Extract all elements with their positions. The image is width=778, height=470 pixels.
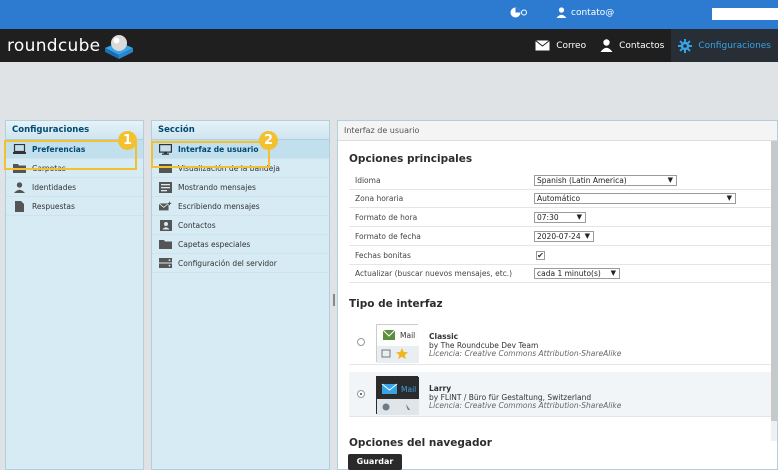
compose-icon <box>159 201 172 212</box>
address-book-icon <box>159 219 172 231</box>
person-icon <box>13 181 26 193</box>
nav-contacts[interactable]: Contactos <box>593 29 671 62</box>
language-select[interactable]: Spanish (Latin America) ▼ <box>534 175 677 186</box>
browser-options-title: Opciones del navegador <box>349 437 492 449</box>
skin-radio-larry[interactable] <box>357 390 365 398</box>
settings-item-responses[interactable]: Respuestas <box>6 197 143 216</box>
chevron-down-icon: ▼ <box>576 213 582 221</box>
section-item-label: Configuración del servidor <box>178 258 277 268</box>
gear-icon <box>678 38 693 53</box>
row-label: Formato de hora <box>355 213 418 222</box>
content-scrollbar[interactable] <box>771 141 777 441</box>
section-item-label: Contactos <box>178 220 216 230</box>
logo-text: roundcube <box>7 36 101 56</box>
skin-license: Licencia: Creative Commons Attribution-S… <box>429 401 622 410</box>
app-header: roundcube Correo Contactos Configuracion… <box>0 29 778 62</box>
nav-contacts-label: Contactos <box>619 40 665 51</box>
section-item-server-settings[interactable]: Configuración del servidor <box>152 254 329 273</box>
skin-license: Licencia: Creative Commons Attribution-S… <box>429 349 622 358</box>
highlight-user-interface <box>151 141 270 168</box>
settings-item-label: Respuestas <box>32 201 75 211</box>
section-item-composing-messages[interactable]: Escribiendo mensajes <box>152 197 329 216</box>
skin-option-larry[interactable]: Mail Larry by FLINT / Büro für Gestaltun… <box>349 372 771 417</box>
date-format-select[interactable]: 2020-07-24 ▼ <box>534 231 594 242</box>
person-icon <box>600 39 613 52</box>
preferences-content: Interfaz de usuario Opciones principales… <box>337 120 778 470</box>
content-header: Interfaz de usuario <box>338 121 777 141</box>
panel-splitter[interactable] <box>333 294 335 306</box>
highlight-preferences <box>4 140 137 170</box>
skin-radio-classic[interactable] <box>357 338 365 346</box>
language-select-value: Spanish (Latin America) <box>537 176 627 185</box>
roundcube-logo[interactable]: roundcube <box>7 33 135 59</box>
main-options-title: Opciones principales <box>349 153 473 165</box>
server-icon <box>159 258 172 269</box>
classic-thumbnail: Mail <box>376 324 419 363</box>
row-pretty-dates: Fechas bonitas ✔ <box>349 247 771 265</box>
larry-skin-preview-icon <box>377 377 419 415</box>
nav-mail-label: Correo <box>556 40 587 51</box>
skin-name: Classic <box>429 332 459 341</box>
time-format-select-value: 07:30 <box>537 213 559 222</box>
nav-settings-label: Configuraciones <box>698 40 771 51</box>
row-refresh: Actualizar (buscar nuevos mensajes, etc.… <box>349 265 771 283</box>
section-item-contacts[interactable]: Contactos <box>152 216 329 235</box>
chevron-down-icon: ▼ <box>667 176 673 184</box>
skin-name: Larry <box>429 384 452 393</box>
section-item-label: Mostrando mensajes <box>178 182 256 192</box>
roundcube-logo-icon <box>105 35 134 59</box>
section-item-special-folders[interactable]: Capetas especiales <box>152 235 329 254</box>
row-time-format: Formato de hora 07:30 ▼ <box>349 209 771 227</box>
scrollbar-thumb[interactable] <box>771 141 777 421</box>
settings-item-label: Identidades <box>32 182 77 192</box>
row-label: Actualizar (buscar nuevos mensajes, etc.… <box>355 269 513 278</box>
save-button[interactable]: Guardar <box>348 454 402 470</box>
timezone-select[interactable]: Automático ▼ <box>534 193 736 204</box>
row-label: Formato de fecha <box>355 232 421 241</box>
larry-thumbnail: Mail <box>376 376 419 415</box>
pretty-dates-checkbox[interactable]: ✔ <box>536 251 545 260</box>
chevron-down-icon: ▼ <box>584 232 590 240</box>
pie-chart-icon <box>510 7 527 18</box>
settings-panel: Configuraciones Preferencias Carpetas Id… <box>5 120 144 470</box>
section-item-displaying-messages[interactable]: Mostrando mensajes <box>152 178 329 197</box>
user-menu[interactable]: contato@ <box>556 7 614 18</box>
envelope-icon <box>535 40 551 51</box>
date-format-select-value: 2020-07-24 <box>537 232 581 241</box>
larry-thumb-label: Mail <box>401 385 417 394</box>
skin-option-classic[interactable]: Mail Classic by The Roundcube Dev Team L… <box>349 320 771 365</box>
row-timezone: Zona horaria Automático ▼ <box>349 190 771 208</box>
quota-indicator[interactable] <box>510 7 528 18</box>
row-date-format: Formato de fecha 2020-07-24 ▼ <box>349 228 771 246</box>
folder-icon <box>159 239 172 250</box>
time-format-select[interactable]: 07:30 ▼ <box>534 212 586 223</box>
classic-thumb-label: Mail <box>400 331 416 340</box>
section-panel: Sección Interfaz de usuario Visualizació… <box>151 120 330 470</box>
message-list-icon <box>159 181 172 193</box>
settings-item-identities[interactable]: Identidades <box>6 178 143 197</box>
refresh-select-value: cada 1 minuto(s) <box>537 269 601 278</box>
chevron-down-icon: ▼ <box>726 194 732 202</box>
nav-mail[interactable]: Correo <box>528 29 593 62</box>
interface-type-title: Tipo de interfaz <box>349 298 443 310</box>
refresh-select[interactable]: cada 1 minuto(s) ▼ <box>534 268 620 279</box>
section-item-label: Capetas especiales <box>178 239 251 249</box>
chevron-down-icon: ▼ <box>610 269 616 277</box>
main-nav: Correo Contactos Configuraciones <box>528 29 778 62</box>
row-label: Zona horaria <box>355 194 404 203</box>
top-search-input[interactable] <box>712 8 778 20</box>
section-item-label: Escribiendo mensajes <box>178 201 260 211</box>
row-label: Idioma <box>355 176 381 185</box>
document-icon <box>13 200 26 212</box>
step-badge-2: 2 <box>259 131 278 150</box>
row-label: Fechas bonitas <box>355 251 411 260</box>
user-email: contato@ <box>571 7 615 18</box>
timezone-select-value: Automático <box>537 194 581 203</box>
nav-settings[interactable]: Configuraciones <box>671 29 778 62</box>
step-badge-1: 1 <box>118 131 137 150</box>
section-panel-title: Sección <box>152 121 329 140</box>
user-icon <box>556 7 567 18</box>
row-language: Idioma Spanish (Latin America) ▼ <box>349 172 771 190</box>
top-bar: contato@ <box>0 0 778 29</box>
